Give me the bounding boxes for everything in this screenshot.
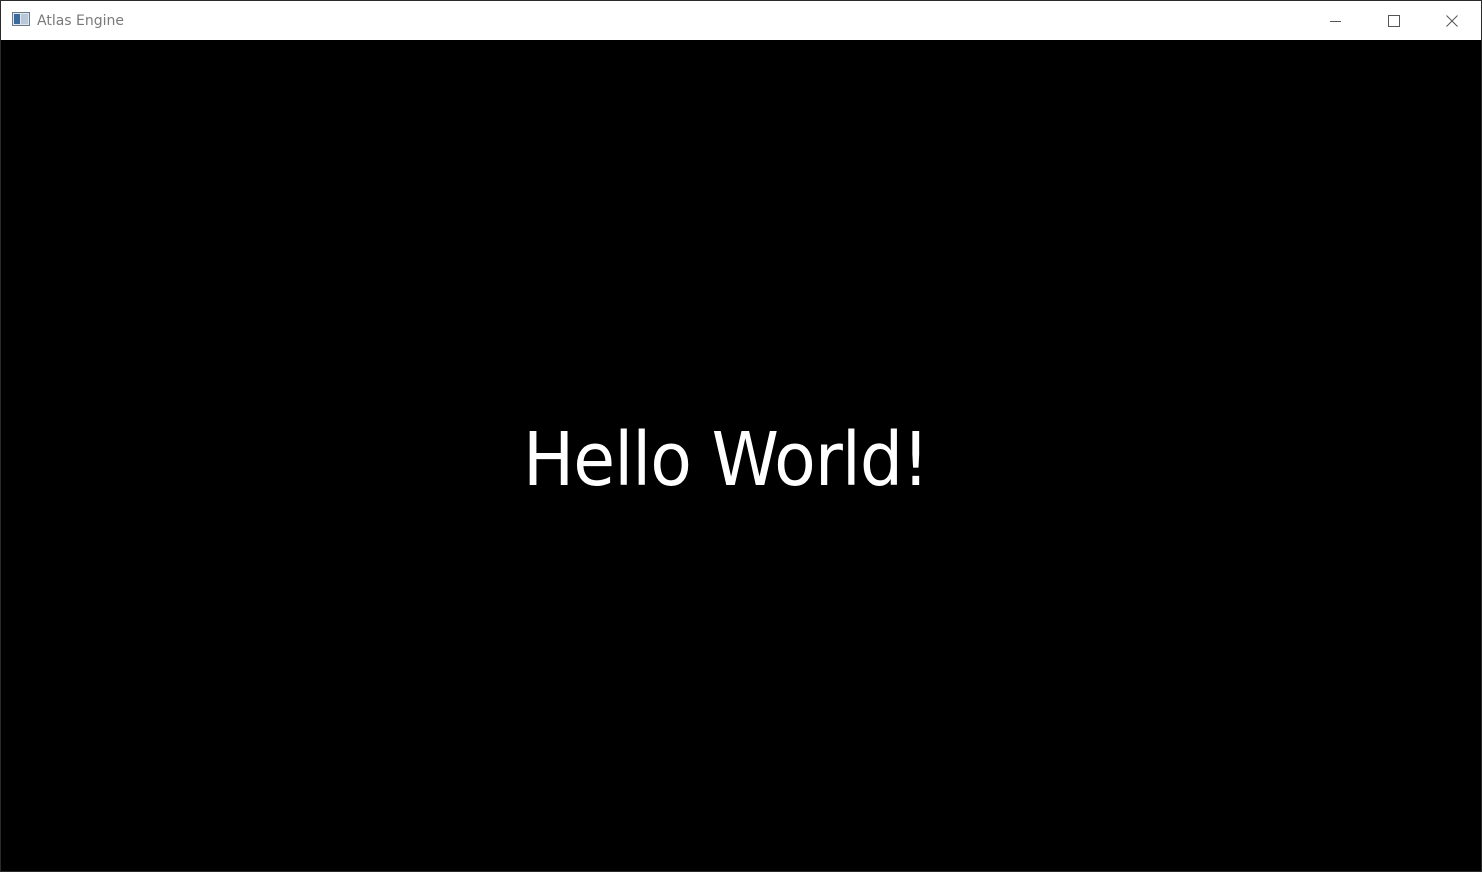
window-app-icon bbox=[12, 12, 30, 26]
window-title: Atlas Engine bbox=[37, 13, 125, 29]
close-icon bbox=[1446, 14, 1458, 27]
app-window: Atlas Engine Hello World! bbox=[0, 0, 1482, 872]
minimize-icon bbox=[1330, 20, 1341, 22]
maximize-icon bbox=[1388, 14, 1400, 27]
title-bar[interactable]: Atlas Engine bbox=[1, 1, 1481, 40]
maximize-button[interactable] bbox=[1365, 1, 1423, 40]
minimize-button[interactable] bbox=[1307, 1, 1365, 40]
render-canvas[interactable]: Hello World! bbox=[1, 40, 1481, 871]
window-controls bbox=[1307, 1, 1481, 40]
close-button[interactable] bbox=[1423, 1, 1481, 40]
hello-world-text: Hello World! bbox=[523, 417, 929, 503]
